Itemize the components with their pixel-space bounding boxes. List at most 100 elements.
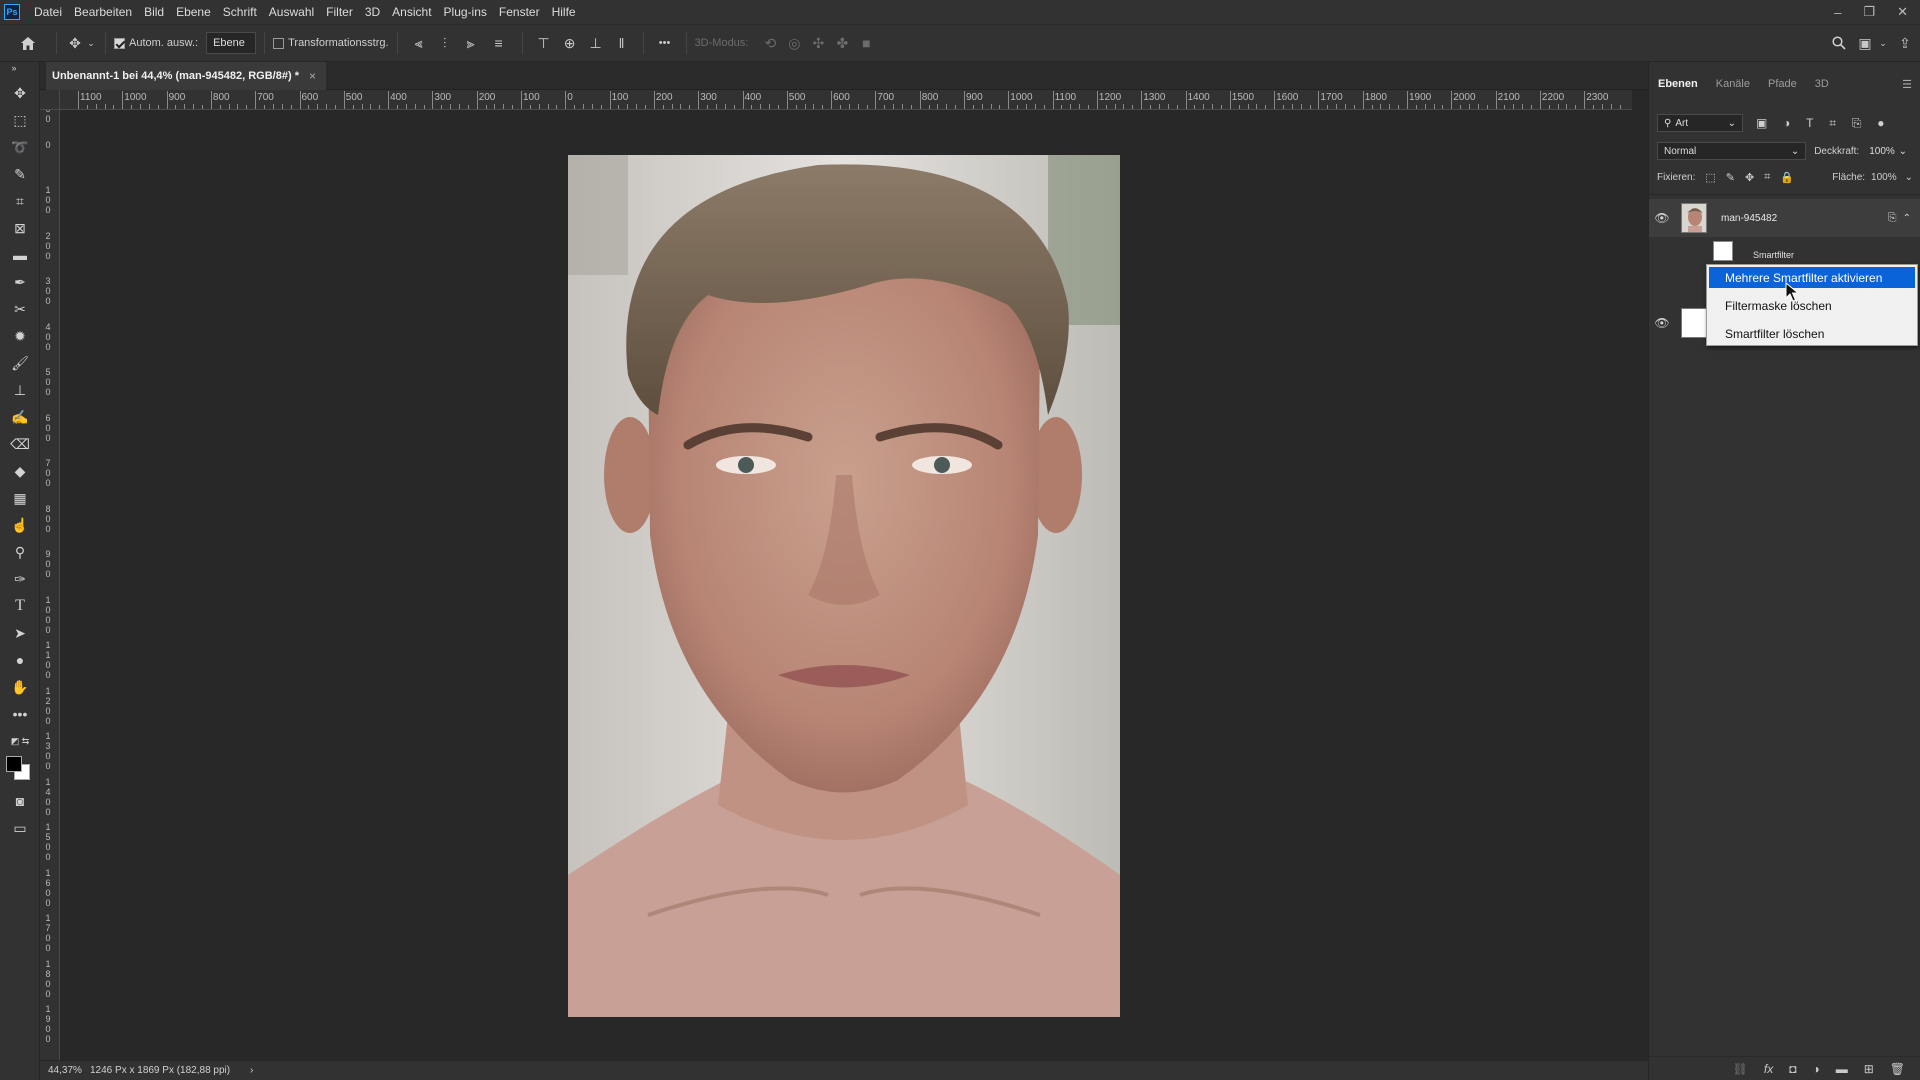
menu-auswahl[interactable]: Auswahl [263,5,320,19]
opacity-input[interactable]: 100% ⌄ [1863,142,1913,160]
menu-item-enable-smart-filters[interactable]: Mehrere Smartfilter aktivieren [1709,267,1915,288]
chevron-up-icon[interactable]: ⌃ [1903,213,1911,224]
dodge-tool-icon[interactable]: ⚲ [8,541,32,563]
portrait-photo[interactable] [568,155,1120,1017]
3d-camera-icon[interactable]: ■ [854,35,878,51]
ruler-vertical[interactable]: 1000100200300400500600700800900100011001… [40,110,60,1060]
smartfilter-row[interactable]: Smartfilter [1649,239,1920,263]
add-mask-icon[interactable]: ◘ [1789,1062,1796,1076]
filter-mask-thumbnail[interactable] [1713,241,1733,261]
fill-value[interactable]: 100% [1871,172,1897,183]
filter-toggle-icon[interactable]: ● [1877,116,1884,130]
more-options-icon[interactable]: ••• [652,37,678,49]
quick-mask-icon[interactable]: ◙ [8,790,32,812]
transform-controls-checkbox[interactable] [273,37,285,49]
align-left-icon[interactable]: ⫷ [406,35,432,52]
new-layer-icon[interactable]: ⊞ [1864,1062,1874,1076]
tab-kanaele[interactable]: Kanäle [1707,78,1759,96]
quick-selection-tool-icon[interactable]: ✎ [8,163,32,185]
share-icon[interactable]: ⇪ [1890,35,1920,52]
paint-bucket-tool-icon[interactable]: ◆ [8,460,32,482]
distribute-vertical-icon[interactable]: ‖ [609,35,635,51]
tab-3d[interactable]: 3D [1806,78,1838,96]
hand-tool-icon[interactable]: ✋ [8,676,32,698]
menu-filter[interactable]: Filter [320,5,359,19]
workspace-icon[interactable]: ▣ [1854,35,1876,52]
move-tool-icon[interactable]: ✥ [65,35,85,52]
align-center-icon[interactable]: ⫶ [432,35,458,52]
foreground-color-swatch[interactable] [6,756,22,772]
close-window-icon[interactable]: ✕ [1897,4,1908,20]
content-aware-tool-icon[interactable]: ✂ [8,298,32,320]
ruler-corner[interactable] [40,90,60,110]
more-tools-icon[interactable]: ••• [8,703,32,725]
tab-ebenen[interactable]: Ebenen [1649,78,1707,96]
brush-tool-icon[interactable]: 🖌 [8,352,32,374]
3d-orbit-icon[interactable]: ⟲ [758,35,782,52]
lock-position-icon[interactable]: ✥ [1745,171,1754,184]
menu-3d[interactable]: 3D [359,5,386,19]
smart-object-filter-icon[interactable]: ⎘ [1852,116,1862,130]
chevron-down-icon[interactable]: ⌄ [1905,172,1913,183]
restore-icon[interactable]: ❐ [1863,4,1875,20]
trash-icon[interactable]: 🗑 [1890,1062,1905,1076]
auto-select-dropdown[interactable]: Ebene [206,32,257,54]
panel-menu-icon[interactable]: ☰ [1902,78,1912,91]
history-brush-tool-icon[interactable]: ✍ [8,406,32,428]
visibility-eye-icon[interactable]: 👁 [1649,211,1675,225]
type-filter-icon[interactable]: T [1806,116,1813,130]
ruler-tool-icon[interactable]: ▬ [8,244,32,266]
close-icon[interactable]: × [309,69,316,83]
photoshop-logo[interactable]: Ps [4,4,20,20]
default-colors-icon[interactable]: ◩ ⇆ [8,734,32,748]
lock-transparent-icon[interactable]: ⬚ [1705,171,1715,184]
menu-ebene[interactable]: Ebene [170,5,217,19]
menu-item-delete-filter-mask[interactable]: Filtermaske löschen [1709,295,1915,316]
document-tab[interactable]: Unbenannt-1 bei 44,4% (man-945482, RGB/8… [46,62,326,90]
eraser-tool-icon[interactable]: ⌫ [8,433,32,455]
type-tool-icon[interactable]: T [8,595,32,617]
visibility-eye-icon[interactable]: 👁 [1649,316,1675,330]
path-selection-tool-icon[interactable]: ➤ [8,622,32,644]
ellipse-tool-icon[interactable]: ● [8,649,32,671]
layer-row[interactable]: 👁 man-945482 ⎘ ⌃ [1649,199,1920,237]
shape-filter-icon[interactable]: ⌗ [1829,116,1836,130]
chevron-down-icon[interactable]: ⌄ [1876,38,1890,49]
menu-schrift[interactable]: Schrift [217,5,263,19]
pixel-filter-icon[interactable]: ▣ [1756,116,1767,130]
screen-mode-icon[interactable]: ▭ [8,817,32,839]
align-top-icon[interactable]: ⊤ [531,35,557,52]
link-layers-icon[interactable]: ⛓ [1733,1062,1748,1076]
adjustment-filter-icon[interactable]: ◑ [1783,116,1790,130]
group-folder-icon[interactable]: ▬ [1836,1062,1848,1076]
menu-ansicht[interactable]: Ansicht [386,5,437,19]
ruler-horizontal[interactable]: 1100 1000 900 800 700 600 500 400 300 200 100 0 100 2… [60,90,1632,110]
menu-bearbeiten[interactable]: Bearbeiten [68,5,138,19]
zoom-level[interactable]: 44,37% [40,1065,90,1076]
lock-all-icon[interactable]: 🔒 [1780,171,1794,184]
menu-hilfe[interactable]: Hilfe [546,5,582,19]
stamp-tool-icon[interactable]: ⊥ [8,379,32,401]
move-tool-icon[interactable]: ✥ [8,82,32,104]
menu-item-delete-smart-filter[interactable]: Smartfilter löschen [1709,323,1915,344]
auto-select-checkbox[interactable] [114,37,125,49]
tab-pfade[interactable]: Pfade [1759,78,1806,96]
eyedropper-tool-icon[interactable]: ✒ [8,271,32,293]
3d-slide-icon[interactable]: ✤ [830,35,854,52]
blend-mode-dropdown[interactable]: Normal ⌄ [1657,142,1807,160]
align-middle-icon[interactable]: ⊕ [557,35,583,52]
patch-tool-icon[interactable]: ✹ [8,325,32,347]
3d-pan-icon[interactable]: ✣ [806,35,830,52]
marquee-tool-icon[interactable]: ⬚ [8,109,32,131]
lock-pixels-icon[interactable]: ✎ [1726,171,1735,184]
collapse-icon[interactable]: » [2,62,26,74]
distribute-icon[interactable]: ≡ [484,35,514,51]
menu-datei[interactable]: Datei [28,5,68,19]
minimize-icon[interactable]: – [1834,5,1841,20]
lock-artboard-icon[interactable]: ⌗ [1764,171,1770,184]
align-bottom-icon[interactable]: ⊥ [583,35,609,52]
menu-fenster[interactable]: Fenster [493,5,546,19]
smudge-tool-icon[interactable]: ☝ [8,514,32,536]
chevron-down-icon[interactable]: ⌄ [85,38,97,49]
gradient-tool-icon[interactable]: ▦ [8,487,32,509]
